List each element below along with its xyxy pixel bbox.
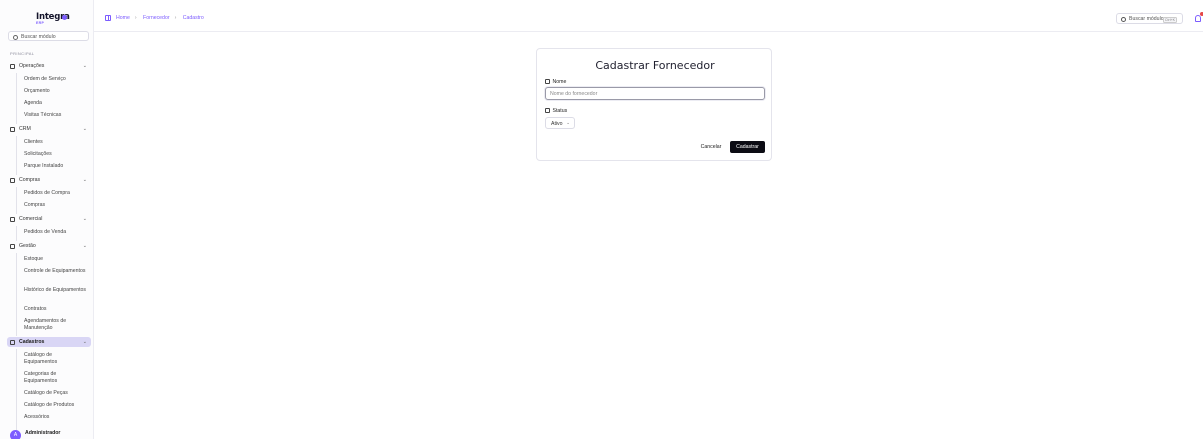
chevron-down-icon: ⌄ <box>82 216 87 222</box>
chevron-right-icon: › <box>174 15 177 21</box>
sidebar-item[interactable]: Agenda <box>24 100 86 107</box>
sidebar-item[interactable]: Catálogo de Equipamentos <box>24 352 86 365</box>
sidebar-item[interactable]: Compras <box>24 202 86 209</box>
status-select[interactable]: Ativo ⌄ <box>545 117 575 129</box>
logo-sub: ERP <box>36 21 45 25</box>
chevron-down-icon: ⌄ <box>82 243 87 249</box>
supplier-form-card: Cadastrar Fornecedor Nome Status Ativo ⌄… <box>536 48 772 161</box>
page-title: Cadastrar Fornecedor <box>595 59 715 72</box>
sidebar-group-compras[interactable]: Compras ⌄ <box>7 175 91 185</box>
sidebar-item[interactable]: Pedidos de Compra <box>24 190 86 197</box>
submenu-guide-line <box>16 187 17 214</box>
sidebar-group-label: Gestão <box>19 243 36 249</box>
header-search-input[interactable]: Buscar módulo... Ctrl+K <box>1116 13 1183 24</box>
submenu-guide-line <box>16 349 17 432</box>
activity-icon <box>10 63 15 69</box>
sidebar-item[interactable]: Ordem de Serviço <box>24 76 86 83</box>
sidebar-group-comercial[interactable]: Comercial ⌄ <box>7 214 91 224</box>
sidebar-group-crm[interactable]: CRM ⌄ <box>7 124 91 134</box>
chevron-down-icon: ⌄ <box>82 177 87 183</box>
name-label: Nome <box>545 79 566 85</box>
sidebar: Integra ERP Buscar módulo PRINCIPAL Oper… <box>0 0 94 439</box>
sidebar-group-label: CRM <box>19 126 31 132</box>
sidebar-item[interactable]: Catálogo de Produtos <box>24 402 86 409</box>
sidebar-item[interactable]: Clientes <box>24 139 86 146</box>
sidebar-item[interactable]: Pedidos de Venda <box>24 229 86 236</box>
sidebar-group-label: Comercial <box>19 216 43 222</box>
breadcrumb-cadastro: Cadastro <box>182 15 204 21</box>
sidebar-toggle-icon[interactable] <box>105 15 111 21</box>
sidebar-item[interactable]: Orçamento <box>24 88 86 95</box>
sidebar-item[interactable]: Visitas Técnicas <box>24 112 86 119</box>
sidebar-group-label: Cadastros <box>19 339 45 345</box>
user-name: Administrador <box>25 430 61 436</box>
breadcrumb-home[interactable]: Home <box>116 15 130 21</box>
name-label-text: Nome <box>552 79 567 85</box>
status-value: Ativo <box>551 120 563 127</box>
shortcut-badge: Ctrl+K <box>1162 16 1177 23</box>
sidebar-item[interactable]: Controle de Equipamentos <box>24 268 86 275</box>
sidebar-group-label: Compras <box>19 177 41 183</box>
sidebar-group-cadastros[interactable]: Cadastros ⌄ <box>7 337 91 347</box>
file-icon <box>10 339 15 345</box>
tag-icon <box>545 79 550 84</box>
status-icon <box>545 108 550 113</box>
search-icon <box>1121 17 1126 22</box>
sidebar-item[interactable]: Parque Instalado <box>24 163 86 170</box>
submenu-guide-line <box>16 136 17 175</box>
target-icon <box>10 126 15 132</box>
status-label-text: Status <box>552 108 568 114</box>
sidebar-item[interactable]: Estoque <box>24 256 86 263</box>
submit-button[interactable]: Cadastrar <box>730 141 765 153</box>
sidebar-group-gestao[interactable]: Gestão ⌄ <box>7 241 91 251</box>
sidebar-search-placeholder: Buscar módulo <box>21 33 56 40</box>
sidebar-item[interactable]: Histórico de Equipamentos <box>24 287 86 294</box>
sidebar-item[interactable]: Solicitações <box>24 151 86 158</box>
chevron-down-icon: ⌄ <box>82 63 87 69</box>
breadcrumb-fornecedor[interactable]: Fornecedor <box>143 15 170 21</box>
bell-icon[interactable] <box>1195 15 1201 22</box>
wallet-icon <box>10 243 15 249</box>
sidebar-group-operacoes[interactable]: Operações ⌄ <box>7 61 91 71</box>
search-icon <box>13 34 18 40</box>
breadcrumb: Home › Fornecedor › Cadastro <box>116 15 209 21</box>
top-header: Home › Fornecedor › Cadastro Buscar módulo… <box>94 0 1203 32</box>
app-logo[interactable]: Integra ERP <box>36 12 70 25</box>
submenu-guide-line <box>16 253 17 336</box>
sidebar-search-input[interactable]: Buscar módulo <box>8 31 89 41</box>
name-input[interactable] <box>550 90 760 98</box>
name-field[interactable] <box>545 87 765 100</box>
logo-dot <box>62 15 67 20</box>
store-icon <box>10 216 15 222</box>
cancel-button[interactable]: Cancelar <box>697 141 725 153</box>
avatar: A <box>10 430 21 439</box>
chevron-down-icon: ⌄ <box>82 126 87 132</box>
sidebar-group-label: Operações <box>19 63 45 69</box>
sidebar-item[interactable]: Acessórios <box>24 414 86 421</box>
chevron-down-icon: ⌄ <box>82 339 87 345</box>
section-label: PRINCIPAL <box>10 51 35 56</box>
chevron-right-icon: › <box>134 15 137 21</box>
submenu-guide-line <box>16 73 17 124</box>
sidebar-item[interactable]: Categorias de Equipamentos <box>24 371 86 384</box>
sidebar-item[interactable]: Contratos <box>24 306 86 313</box>
sidebar-item[interactable]: Agendamentos de Manutenção <box>24 318 86 331</box>
cart-icon <box>10 177 15 183</box>
status-label: Status <box>545 108 567 114</box>
sidebar-item[interactable]: Catálogo de Peças <box>24 390 86 397</box>
chevron-down-icon: ⌄ <box>566 120 570 125</box>
submenu-guide-line <box>16 226 17 241</box>
